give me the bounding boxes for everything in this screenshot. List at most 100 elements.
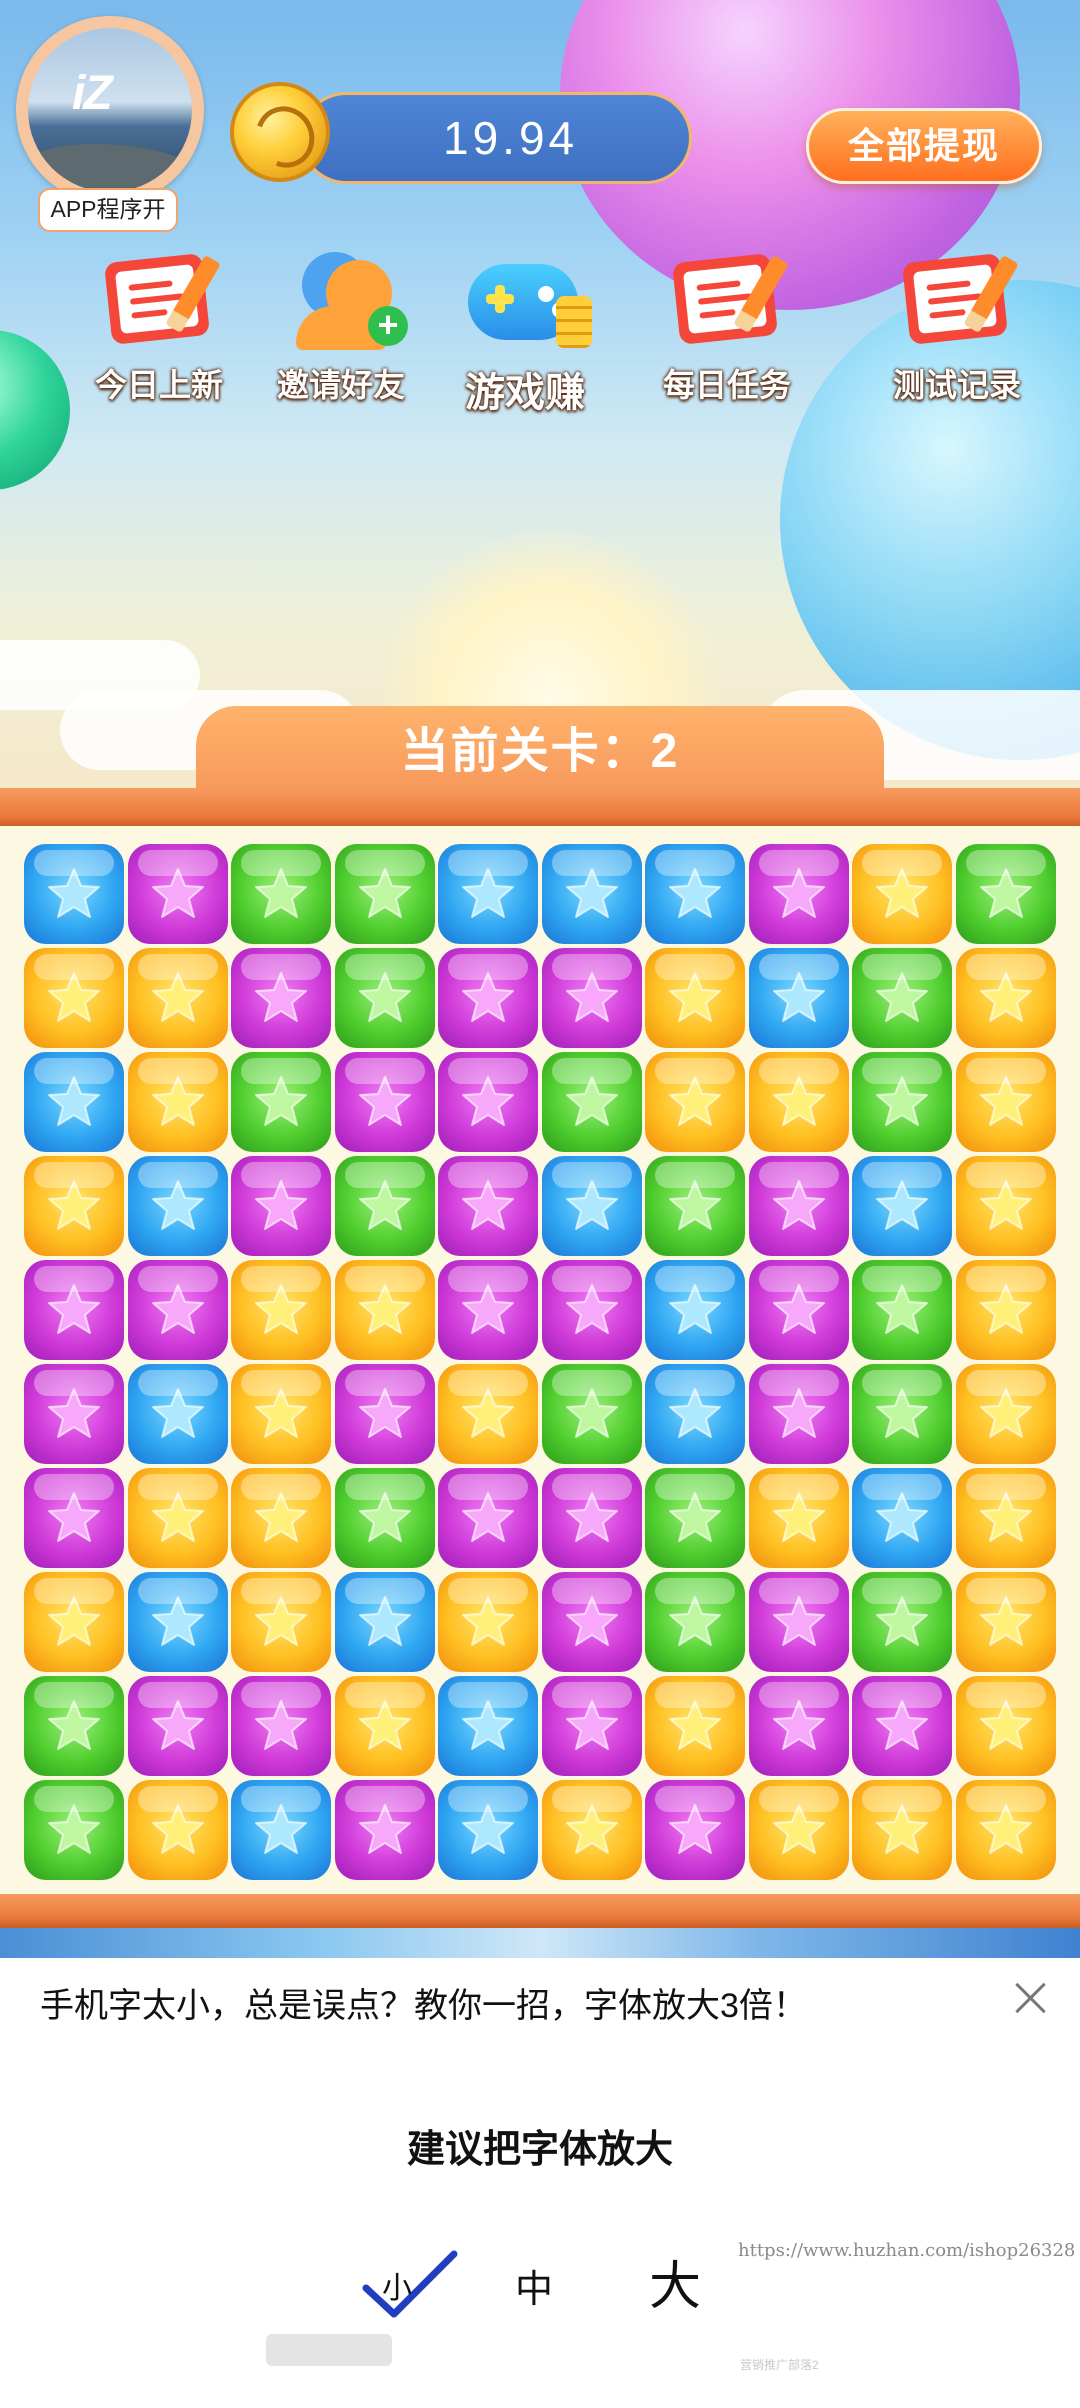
tile-yellow[interactable] (955, 1468, 1056, 1568)
tile-purple[interactable] (438, 1468, 538, 1568)
tile-green[interactable] (852, 1260, 952, 1360)
tile-purple[interactable] (748, 1676, 849, 1776)
tile-green[interactable] (852, 1364, 952, 1464)
tile-yellow[interactable] (334, 1260, 435, 1360)
tile-purple[interactable] (127, 1676, 228, 1776)
tile-green[interactable] (852, 1572, 952, 1672)
tile-yellow[interactable] (438, 1364, 538, 1464)
tile-yellow[interactable] (955, 1780, 1056, 1880)
tile-purple[interactable] (127, 844, 228, 944)
tile-blue[interactable] (127, 1572, 228, 1672)
tile-purple[interactable] (748, 844, 849, 944)
tile-blue[interactable] (852, 1156, 952, 1256)
font-option-large[interactable]: 大 (640, 2244, 710, 2319)
tile-green[interactable] (852, 948, 952, 1048)
tile-yellow[interactable] (748, 1780, 849, 1880)
tile-purple[interactable] (645, 1780, 745, 1880)
tile-purple[interactable] (231, 948, 331, 1048)
tile-blue[interactable] (24, 844, 124, 944)
menu-item-daily-tasks[interactable]: 每日任务 (632, 240, 822, 410)
tile-yellow[interactable] (645, 1676, 745, 1776)
tile-yellow[interactable] (955, 948, 1056, 1048)
tile-green[interactable] (334, 948, 435, 1048)
tile-yellow[interactable] (955, 1676, 1056, 1776)
tile-green[interactable] (541, 1364, 642, 1464)
tile-purple[interactable] (127, 1260, 228, 1360)
tile-blue[interactable] (127, 1364, 228, 1464)
tile-yellow[interactable] (231, 1468, 331, 1568)
tile-yellow[interactable] (231, 1260, 331, 1360)
tile-yellow[interactable] (955, 1260, 1056, 1360)
tile-yellow[interactable] (955, 1572, 1056, 1672)
tile-green[interactable] (231, 1052, 331, 1152)
tile-purple[interactable] (541, 1676, 642, 1776)
tile-blue[interactable] (852, 1468, 952, 1568)
tile-green[interactable] (645, 1468, 745, 1568)
tile-yellow[interactable] (334, 1676, 435, 1776)
tile-purple[interactable] (231, 1676, 331, 1776)
tile-blue[interactable] (127, 1156, 228, 1256)
tile-blue[interactable] (231, 1780, 331, 1880)
tile-yellow[interactable] (852, 1780, 952, 1880)
tile-blue[interactable] (748, 948, 849, 1048)
tile-purple[interactable] (748, 1260, 849, 1360)
tile-blue[interactable] (645, 1364, 745, 1464)
tile-yellow[interactable] (645, 1052, 745, 1152)
tile-blue[interactable] (24, 1052, 124, 1152)
tile-yellow[interactable] (24, 948, 124, 1048)
tile-yellow[interactable] (955, 1156, 1056, 1256)
tile-yellow[interactable] (748, 1052, 849, 1152)
avatar[interactable]: iZ (16, 16, 204, 204)
tile-purple[interactable] (334, 1364, 435, 1464)
tile-blue[interactable] (438, 1676, 538, 1776)
tile-purple[interactable] (231, 1156, 331, 1256)
tile-yellow[interactable] (231, 1364, 331, 1464)
tile-green[interactable] (334, 1468, 435, 1568)
tile-blue[interactable] (438, 844, 538, 944)
tile-purple[interactable] (334, 1052, 435, 1152)
tile-green[interactable] (24, 1780, 124, 1880)
withdraw-all-button[interactable]: 全部提现 (806, 108, 1042, 184)
tile-yellow[interactable] (955, 1052, 1056, 1152)
tile-blue[interactable] (438, 1780, 538, 1880)
tile-yellow[interactable] (231, 1572, 331, 1672)
tile-purple[interactable] (748, 1156, 849, 1256)
tile-yellow[interactable] (852, 844, 952, 944)
font-option-medium[interactable]: 中 (506, 2258, 562, 2313)
tile-yellow[interactable] (955, 1364, 1056, 1464)
tile-purple[interactable] (541, 1572, 642, 1672)
tile-yellow[interactable] (127, 1052, 228, 1152)
tile-purple[interactable] (748, 1364, 849, 1464)
tile-purple[interactable] (438, 1052, 538, 1152)
tile-blue[interactable] (645, 844, 745, 944)
tile-yellow[interactable] (645, 948, 745, 1048)
tile-yellow[interactable] (127, 1468, 228, 1568)
close-icon[interactable] (1010, 1978, 1050, 2018)
tile-purple[interactable] (541, 1468, 642, 1568)
tile-purple[interactable] (852, 1676, 952, 1776)
tile-purple[interactable] (541, 1260, 642, 1360)
tile-green[interactable] (334, 1156, 435, 1256)
tile-green[interactable] (955, 844, 1056, 944)
menu-item-test-records[interactable]: 测试记录 (862, 240, 1052, 410)
tile-purple[interactable] (334, 1780, 435, 1880)
tile-purple[interactable] (24, 1260, 124, 1360)
menu-item-game-earn[interactable]: 游戏赚 (430, 240, 620, 415)
tile-blue[interactable] (541, 844, 642, 944)
tile-yellow[interactable] (541, 1780, 642, 1880)
tile-green[interactable] (852, 1052, 952, 1152)
menu-item-today-new[interactable]: 今日上新 (64, 240, 254, 410)
tile-purple[interactable] (748, 1572, 849, 1672)
tile-purple[interactable] (438, 1156, 538, 1256)
tile-purple[interactable] (438, 1260, 538, 1360)
tile-purple[interactable] (24, 1468, 124, 1568)
menu-item-invite-friends[interactable]: + 邀请好友 (246, 240, 436, 410)
tile-yellow[interactable] (24, 1572, 124, 1672)
tile-green[interactable] (645, 1156, 745, 1256)
tile-blue[interactable] (541, 1156, 642, 1256)
tile-yellow[interactable] (438, 1572, 538, 1672)
tile-yellow[interactable] (24, 1156, 124, 1256)
tile-green[interactable] (231, 844, 331, 944)
tile-blue[interactable] (334, 1572, 435, 1672)
tile-purple[interactable] (24, 1364, 124, 1464)
